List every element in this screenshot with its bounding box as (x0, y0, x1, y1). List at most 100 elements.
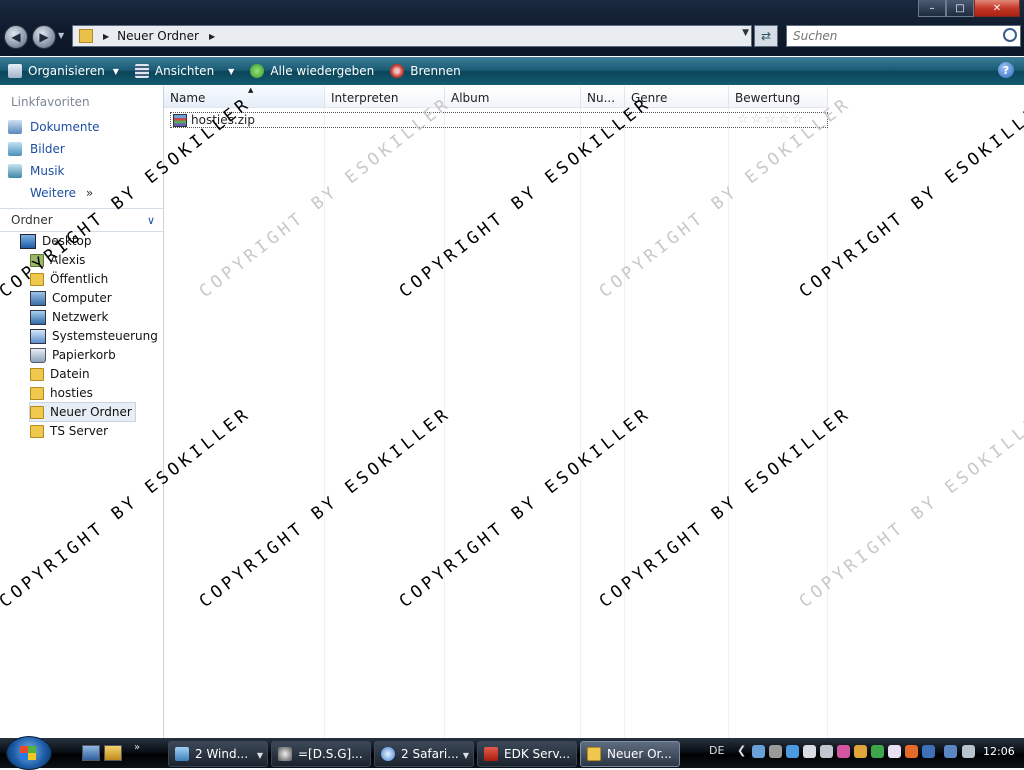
favorite-pictures[interactable]: Bilder (8, 142, 65, 156)
tree-item-alexis[interactable]: Alexis (30, 251, 85, 269)
breadcrumb-separator-icon[interactable]: ▶ (209, 32, 215, 41)
tray-sidebar-icon[interactable] (888, 745, 901, 758)
tree-item-neuer-ordner[interactable]: Neuer Ordner (29, 402, 136, 422)
zip-archive-icon (173, 113, 187, 127)
burn-label: Brennen (410, 64, 461, 78)
address-bar[interactable]: ▶ Neuer Ordner ▶ ▼ (72, 25, 752, 47)
chevron-down-icon: ▼ (228, 66, 235, 76)
taskbar-button-edk-server[interactable]: EDK Serv... (477, 741, 577, 767)
quick-launch-more-icon[interactable]: » (134, 742, 140, 753)
tree-item-computer[interactable]: Computer (30, 289, 112, 307)
close-button[interactable]: ✕ (974, 0, 1020, 17)
language-indicator[interactable]: DE (709, 744, 724, 757)
tree-item-recycle-bin[interactable]: Papierkorb (30, 346, 116, 364)
organize-button[interactable]: Organisieren ▼ (8, 64, 119, 78)
favorites-header: Linkfavoriten (11, 95, 90, 109)
column-header-artists[interactable]: Interpreten (325, 86, 445, 108)
tray-bluetooth-icon[interactable] (820, 745, 833, 758)
column-header-label: Genre (631, 91, 668, 105)
tray-update-icon[interactable] (922, 745, 935, 758)
safari-icon (381, 747, 395, 761)
tray-steam-icon[interactable] (769, 745, 782, 758)
tree-item-label: hosties (50, 386, 93, 400)
address-dropdown-icon[interactable]: ▼ (742, 28, 749, 38)
tree-item-hosties[interactable]: hosties (30, 384, 93, 402)
burn-disc-icon (390, 64, 405, 78)
maximize-button[interactable]: □ (946, 0, 974, 17)
media-player-icon[interactable] (104, 745, 122, 761)
show-hidden-icons-icon[interactable]: ❮ (737, 744, 746, 757)
tray-network-icon[interactable] (752, 745, 765, 758)
tree-item-network[interactable]: Netzwerk (30, 308, 108, 326)
breadcrumb-current[interactable]: Neuer Ordner (117, 29, 199, 43)
file-name: hosties.zip (191, 113, 255, 127)
burn-button[interactable]: Brennen (390, 64, 461, 78)
rating-stars[interactable]: ☆☆☆☆☆ (737, 113, 805, 127)
folder-icon (30, 386, 44, 400)
tray-moon-icon[interactable] (854, 745, 867, 758)
tree-item-public[interactable]: Öffentlich (30, 270, 108, 288)
tree-item-datein[interactable]: Datein (30, 365, 90, 383)
favorite-music[interactable]: Musik (8, 164, 65, 178)
start-button[interactable] (6, 736, 52, 770)
tree-item-label: Neuer Ordner (50, 405, 132, 419)
more-favorites-link[interactable]: Weitere » (30, 186, 93, 200)
play-all-button[interactable]: Alle wiedergeben (250, 64, 374, 78)
show-desktop-icon[interactable] (82, 745, 100, 761)
filezilla-icon (484, 747, 498, 761)
forward-button[interactable]: ▶ (32, 25, 56, 49)
column-header-rating[interactable]: Bewertung (729, 86, 828, 108)
search-box[interactable] (786, 25, 1021, 47)
task-label: 2 Wind... (195, 747, 249, 761)
favorite-documents[interactable]: Dokumente (8, 120, 100, 134)
help-button[interactable]: ? (998, 62, 1014, 78)
tray-drive-icon[interactable] (803, 745, 816, 758)
folder-icon (30, 272, 44, 286)
command-bar: Organisieren ▼ Ansichten ▼ Alle wiederge… (0, 57, 1024, 85)
tree-item-ts-server[interactable]: TS Server (30, 422, 108, 440)
chevron-down-icon: ▼ (112, 66, 119, 76)
tree-item-desktop[interactable]: Desktop (20, 232, 92, 250)
column-header-name[interactable]: Name ▲ (164, 86, 325, 108)
tree-item-label: Öffentlich (50, 272, 109, 286)
more-label: Weitere (30, 186, 77, 200)
refresh-icon: ⇄ (760, 29, 772, 43)
sort-ascending-icon: ▲ (248, 86, 254, 94)
organize-icon (8, 64, 22, 78)
search-icon[interactable] (1003, 28, 1017, 42)
taskbar-button-dsg[interactable]: =[D.S.G]... (271, 741, 371, 767)
taskbar-button-windows[interactable]: 2 Wind... ▼ (168, 741, 268, 767)
tray-messenger-icon[interactable] (786, 745, 799, 758)
clock[interactable]: 12:06 (983, 745, 1015, 758)
file-row[interactable]: hosties.zip ☆☆☆☆☆ (170, 112, 828, 128)
recent-pages-dropdown[interactable]: ▼ (58, 31, 64, 40)
tray-volume-icon[interactable] (962, 745, 975, 758)
minimize-button[interactable]: – (918, 0, 946, 17)
tree-item-control-panel[interactable]: Systemsteuerung (30, 327, 158, 345)
control-panel-icon (30, 328, 46, 344)
organize-label: Organisieren (28, 64, 105, 78)
back-button[interactable]: ◀ (4, 25, 28, 49)
breadcrumb-separator-icon[interactable]: ▶ (103, 32, 109, 41)
tray-security-icon[interactable] (905, 745, 918, 758)
tree-item-label: Alexis (50, 253, 86, 267)
taskbar-button-safari[interactable]: 2 Safari... ▼ (374, 741, 474, 767)
column-header-album[interactable]: Album (445, 86, 581, 108)
folders-header[interactable]: Ordner ∨ (0, 208, 163, 232)
tree-item-label: Systemsteuerung (52, 329, 158, 343)
search-input[interactable] (791, 26, 1000, 46)
chevron-down-icon: ▼ (256, 751, 263, 760)
refresh-button[interactable]: ⇄ (754, 25, 778, 47)
taskbar-button-neuer-ordner[interactable]: Neuer Or... (580, 741, 680, 767)
folders-label: Ordner (11, 213, 53, 227)
tree-item-label: Computer (52, 291, 112, 305)
tree-item-label: Desktop (42, 234, 92, 248)
views-button[interactable]: Ansichten ▼ (134, 64, 235, 78)
tray-network-status-icon[interactable] (944, 745, 957, 758)
tray-app-icon[interactable] (837, 745, 850, 758)
play-all-label: Alle wiedergeben (270, 64, 375, 78)
chevron-down-icon: ▼ (462, 751, 469, 760)
column-header-genre[interactable]: Genre (625, 86, 729, 108)
tray-status-icon[interactable] (871, 745, 884, 758)
column-header-number[interactable]: Nu... (581, 86, 625, 108)
